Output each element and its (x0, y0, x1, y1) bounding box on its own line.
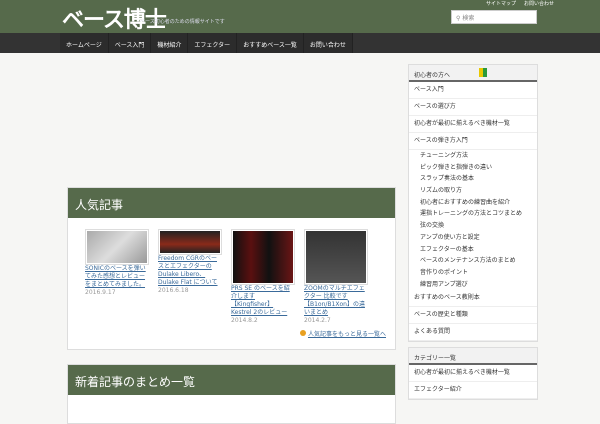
nav-item[interactable]: 機材紹介 (151, 33, 189, 53)
post-thumbnail[interactable] (158, 229, 222, 255)
post-date: 2014.2.7 (304, 317, 331, 324)
nav-item[interactable]: お問い合わせ (304, 33, 353, 53)
post-thumbnail[interactable] (304, 229, 368, 285)
popular-item: PRS SE のベースを紹介します【Kingfisher】 Kestrel 2の… (231, 229, 295, 324)
nav-item[interactable]: ホームページ (60, 33, 109, 53)
sidebar-item[interactable]: ベース入門 (409, 82, 537, 99)
post-date: 2016.6.18 (158, 287, 189, 294)
sidebar-item[interactable]: ピック弾きと指弾きの違い (409, 162, 537, 174)
popular-posts: 人気記事 SONICのベースを弾いてみた感想とレビューをまとめてみました。 201… (67, 187, 396, 350)
post-link[interactable]: Freedom CGRのベースとエフェクターの Dulake Libero、Du… (158, 255, 222, 287)
main-nav: ホームページ ベース入門 機材紹介 エフェクター おすすめベース一覧 お問い合わせ (0, 33, 600, 53)
popular-item: SONICのベースを弾いてみた感想とレビューをまとめてみました。 2016.9.1… (85, 229, 149, 296)
sidebar-item[interactable]: よくある質問 (409, 324, 537, 342)
post-date: 2014.8.2 (231, 317, 258, 324)
post-thumbnail[interactable] (85, 229, 149, 265)
section-title: 人気記事 (68, 188, 395, 218)
more-link[interactable]: 人気記事をもっと見る一覧へ (299, 329, 386, 338)
sidebar-item[interactable]: ベースの弾き方入門 (409, 133, 537, 150)
sidebar-item[interactable]: エフェクターの基本 (409, 244, 537, 256)
section-title: 新着記事のまとめ一覧 (68, 365, 395, 395)
sitemap-link[interactable]: サイトマップ (486, 1, 516, 7)
sidebar-item[interactable]: 初心者におすすめの練習曲を紹介 (409, 197, 537, 209)
post-link[interactable]: ZOOMのマルチエフェクター 比較です 【B1on/B1Xon】の違いまとめ (304, 285, 368, 317)
sidebar-beginner: 初心者の方へ ベース入門 ベースの選び方 初心者が最初に揃えるべき機材一覧 ベースの弾… (408, 64, 538, 343)
recent-posts: 新着記事のまとめ一覧 (67, 364, 396, 424)
sidebar-item[interactable]: 練習用アンプ選び (409, 279, 537, 291)
nav-item[interactable]: エフェクター (188, 33, 238, 53)
sidebar-item[interactable]: おすすめのベース教則本 (409, 290, 537, 308)
sidebar-item[interactable]: ベースの歴史と種類 (409, 307, 537, 325)
nav-item[interactable]: おすすめベース一覧 (237, 33, 304, 53)
post-thumbnail[interactable] (231, 229, 295, 285)
search-input[interactable]: ⚲ 検索 (451, 10, 537, 24)
sidebar-item[interactable]: スラップ奏法の基本 (409, 173, 537, 185)
sidebar-item[interactable]: 弦の交換 (409, 220, 537, 232)
sidebar-item[interactable]: 初心者が最初に揃えるべき機材一覧 (409, 365, 537, 382)
tagline: ベース初心者のための情報サイトです (140, 19, 225, 25)
sidebar-item[interactable]: 音作りのポイント (409, 267, 537, 279)
sidebar-item[interactable]: リズムの取り方 (409, 185, 537, 197)
contact-link[interactable]: お問い合わせ (524, 1, 554, 7)
nav-item[interactable]: ベース入門 (109, 33, 152, 53)
popular-item: ZOOMのマルチエフェクター 比較です 【B1on/B1Xon】の違いまとめ 20… (304, 229, 368, 324)
sidebar-title: 初心者の方へ (414, 72, 451, 79)
post-link[interactable]: SONICのベースを弾いてみた感想とレビューをまとめてみました。 (85, 265, 149, 289)
sidebar-item[interactable]: エフェクター紹介 (409, 382, 537, 399)
sidebar-item[interactable]: ベースの選び方 (409, 99, 537, 116)
arrow-icon (299, 330, 306, 336)
sidebar-item[interactable]: ベースのメンテナンス方法のまとめ (409, 255, 537, 267)
post-link[interactable]: PRS SE のベースを紹介します【Kingfisher】 Kestrel 2の… (231, 285, 295, 317)
sidebar-title: カテゴリー一覧 (409, 348, 537, 365)
sidebar-item[interactable]: チューニング方法 (409, 150, 537, 162)
sidebar-item[interactable]: 運指トレーニングの方法とコツまとめ (409, 208, 537, 220)
beginner-mark-icon (479, 68, 487, 77)
site-header: ベース博士 ベース初心者のための情報サイトです サイトマップ お問い合わせ ⚲ 検… (0, 0, 600, 33)
sidebar-item[interactable]: アンプの使い方と設定 (409, 232, 537, 244)
popular-item: Freedom CGRのベースとエフェクターの Dulake Libero、Du… (158, 229, 222, 294)
sidebar-categories: カテゴリー一覧 初心者が最初に揃えるべき機材一覧 エフェクター紹介 (408, 347, 538, 400)
post-date: 2016.9.17 (85, 289, 116, 296)
sidebar-item[interactable]: 初心者が最初に揃えるべき機材一覧 (409, 116, 537, 133)
